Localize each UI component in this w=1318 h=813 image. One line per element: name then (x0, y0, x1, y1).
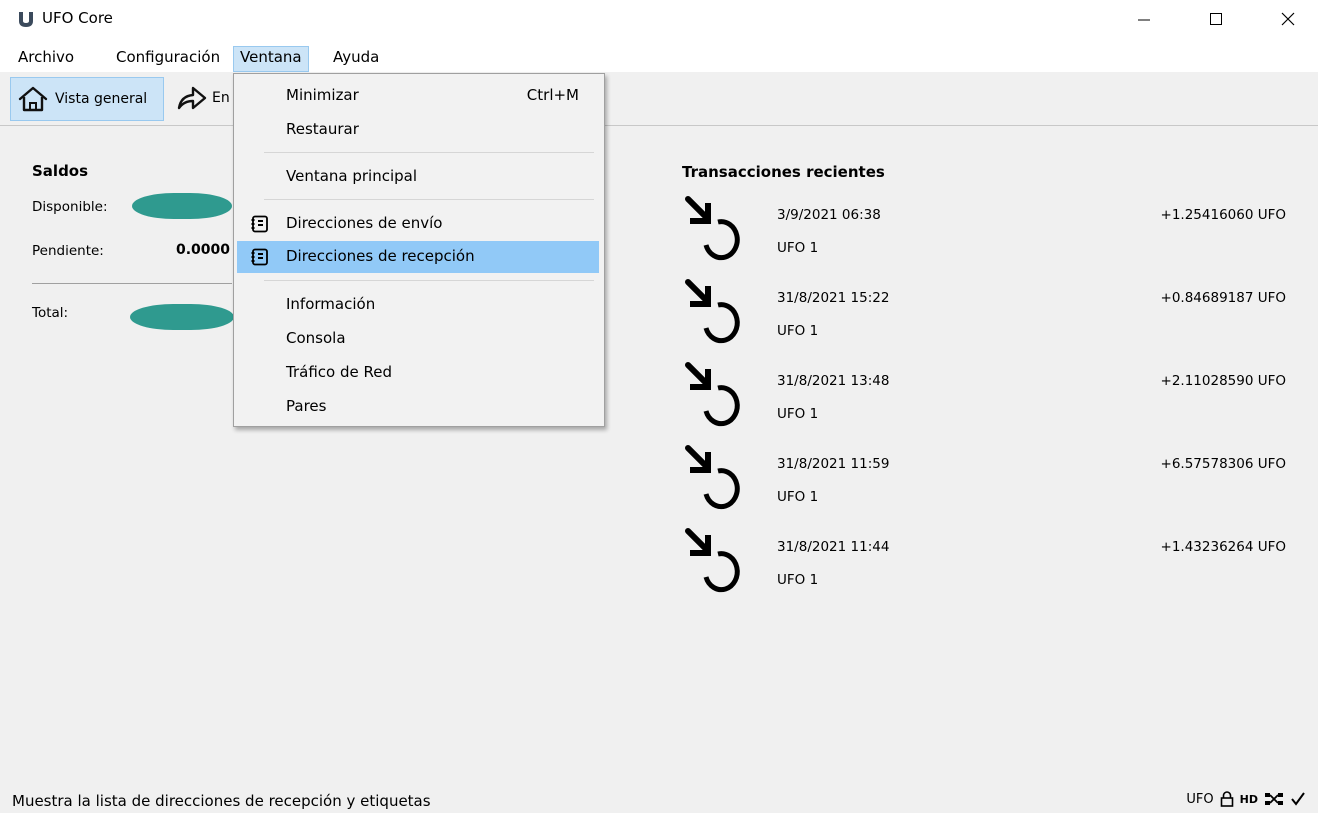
menu-item-label: Información (286, 295, 376, 313)
transaction-date: 31/8/2021 11:59 (777, 456, 890, 472)
transaction-row[interactable]: 3/9/2021 06:38 UFO 1 +1.25416060 UFO (682, 195, 1302, 275)
pending-value: 0.0000 (176, 242, 231, 258)
incoming-transaction-icon (685, 279, 740, 344)
minimize-window-button[interactable] (1120, 4, 1168, 34)
incoming-transaction-icon (685, 445, 740, 510)
menu-item-label: Restaurar (286, 120, 359, 138)
menu-item-label: Pares (286, 397, 327, 415)
recent-transactions-title: Transacciones recientes (682, 163, 885, 181)
transaction-amount: +1.25416060 UFO (1160, 207, 1286, 223)
menu-separator (264, 199, 594, 200)
transaction-amount: +6.57578306 UFO (1160, 456, 1286, 472)
menu-separator (264, 152, 594, 153)
transaction-amount: +2.11028590 UFO (1160, 373, 1286, 389)
transaction-label: UFO 1 (777, 489, 819, 505)
menu-item-label: Minimizar (286, 86, 359, 104)
transaction-label: UFO 1 (777, 572, 819, 588)
transaction-row[interactable]: 31/8/2021 13:48 UFO 1 +2.11028590 UFO (682, 361, 1302, 441)
close-icon (1281, 12, 1295, 26)
menu-configuracion[interactable]: Configuración (110, 46, 226, 70)
menu-ventana[interactable]: Ventana (233, 46, 309, 72)
status-message: Muestra la lista de direcciones de recep… (12, 792, 431, 810)
overview-tab-label: Vista general (55, 91, 148, 107)
menu-item-label: Direcciones de envío (286, 214, 443, 232)
maximize-window-button[interactable] (1192, 4, 1240, 34)
pending-label: Pendiente: (32, 243, 104, 259)
send-tab-button[interactable]: En (172, 77, 232, 119)
address-book-icon (251, 215, 268, 233)
transaction-row[interactable]: 31/8/2021 15:22 UFO 1 +0.84689187 UFO (682, 278, 1302, 358)
transaction-date: 31/8/2021 13:48 (777, 373, 890, 389)
send-tab-label: En (212, 90, 230, 106)
menu-item-label: Tráfico de Red (286, 363, 392, 381)
transaction-row[interactable]: 31/8/2021 11:44 UFO 1 +1.43236264 UFO (682, 527, 1302, 607)
balances-title: Saldos (32, 162, 89, 180)
lock-icon (1220, 791, 1233, 807)
menu-item-label: Direcciones de recepción (286, 247, 475, 265)
status-bar: Muestra la lista de direcciones de recep… (0, 785, 1318, 813)
total-balance-redacted (130, 304, 234, 330)
title-bar: UFO Core (0, 0, 1318, 40)
app-logo-icon (19, 12, 33, 27)
menu-separator (264, 280, 594, 281)
ventana-dropdown-menu: Minimizar Ctrl+M Restaurar Ventana princ… (233, 73, 605, 427)
menu-item-main-window[interactable]: Ventana principal (237, 161, 599, 193)
menu-item-information[interactable]: Información (237, 289, 599, 321)
available-label: Disponible: (32, 199, 108, 215)
send-arrow-icon (177, 86, 207, 110)
menu-item-network-traffic[interactable]: Tráfico de Red (237, 357, 599, 389)
incoming-transaction-icon (685, 362, 740, 427)
menu-item-minimize[interactable]: Minimizar Ctrl+M (237, 80, 599, 112)
incoming-transaction-icon (685, 528, 740, 593)
transaction-amount: +1.43236264 UFO (1160, 539, 1286, 555)
menu-bar: Archivo Configuración Ventana Ayuda (0, 40, 1318, 72)
balance-divider (32, 283, 232, 284)
menu-archivo[interactable]: Archivo (12, 46, 80, 70)
hd-icon: HD (1239, 792, 1258, 806)
menu-item-console[interactable]: Consola (237, 323, 599, 355)
menu-item-shortcut: Ctrl+M (526, 86, 579, 104)
transaction-amount: +0.84689187 UFO (1160, 290, 1286, 306)
total-label: Total: (32, 305, 69, 321)
transaction-label: UFO 1 (777, 406, 819, 422)
toolbar: Vista general En (0, 73, 1318, 126)
transaction-label: UFO 1 (777, 323, 819, 339)
window-title: UFO Core (42, 9, 113, 27)
status-indicators: UFO HD (1186, 791, 1306, 807)
incoming-transaction-icon (685, 196, 740, 261)
home-icon (18, 86, 48, 112)
menu-item-restore[interactable]: Restaurar (237, 114, 599, 146)
menu-item-label: Ventana principal (286, 167, 418, 185)
address-book-icon (251, 248, 268, 266)
menu-item-sending-addresses[interactable]: Direcciones de envío (237, 208, 599, 240)
menu-item-label: Consola (286, 329, 346, 347)
transaction-row[interactable]: 31/8/2021 11:59 UFO 1 +6.57578306 UFO (682, 444, 1302, 524)
close-window-button[interactable] (1264, 4, 1312, 34)
transaction-date: 31/8/2021 11:44 (777, 539, 890, 555)
transaction-label: UFO 1 (777, 240, 819, 256)
overview-tab-button[interactable]: Vista general (10, 77, 164, 121)
available-balance-redacted (132, 193, 232, 219)
menu-item-receiving-addresses[interactable]: Direcciones de recepción (237, 241, 599, 273)
network-icon (1265, 793, 1283, 805)
menu-item-peers[interactable]: Pares (237, 391, 599, 423)
unit-selector[interactable]: UFO (1186, 792, 1213, 807)
transaction-date: 31/8/2021 15:22 (777, 290, 890, 306)
menu-ayuda[interactable]: Ayuda (327, 46, 385, 70)
synced-check-icon (1291, 792, 1305, 806)
maximize-icon (1210, 13, 1222, 25)
minimize-icon (1138, 19, 1150, 21)
transaction-date: 3/9/2021 06:38 (777, 207, 881, 223)
